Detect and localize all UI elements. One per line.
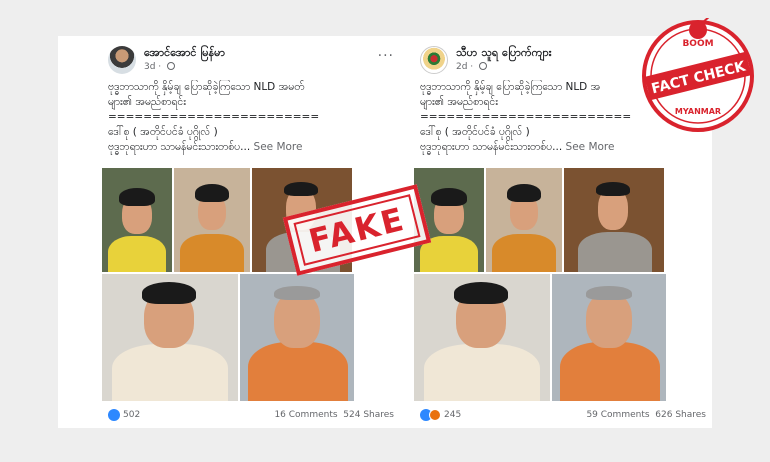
author-avatar[interactable] <box>108 46 136 74</box>
globe-icon <box>167 62 176 70</box>
post-line: ဗုဒ္ဓဘုရားဟာ သာမန်မင်းသားတစ်ပ... <box>420 141 563 153</box>
photo-3[interactable] <box>564 168 664 272</box>
post-line-last: ဗုဒ္ဓဘုရားဟာ သာမန်မင်းသားတစ်ပ... See Mor… <box>420 140 710 155</box>
author-avatar[interactable] <box>420 46 448 74</box>
like-icon <box>108 409 120 421</box>
badge-top-text: BOOM <box>682 39 713 49</box>
badge-bottom-text: MYANMAR <box>675 107 721 116</box>
shares-count[interactable]: 626 Shares <box>655 410 706 420</box>
post-line: ======================== <box>108 111 320 123</box>
post-header: အောင်အောင် မြန်မာ 3d · ··· <box>100 42 400 78</box>
comments-count[interactable]: 59 Comments <box>586 410 649 420</box>
photo-2[interactable] <box>174 168 250 272</box>
see-more-link[interactable]: See More <box>566 141 615 153</box>
post-stats: 59 Comments 626 Shares <box>586 410 706 420</box>
reaction-count: 245 <box>444 410 462 420</box>
comments-count[interactable]: 16 Comments <box>274 410 337 420</box>
post-line-last: ဗုဒ္ဓဘုရားဟာ သာမန်မင်းသားတစ်ပ... See Mor… <box>108 140 398 155</box>
post-time: 2d · <box>456 62 488 72</box>
author-name[interactable]: အောင်အောင် မြန်မာ <box>144 46 225 62</box>
globe-icon <box>479 62 488 70</box>
photo-4[interactable] <box>414 274 550 401</box>
shares-count[interactable]: 524 Shares <box>343 410 394 420</box>
reactions[interactable]: 502 <box>108 409 140 421</box>
post-time-text: 3d · <box>144 62 165 72</box>
post-line: ဗုဒ္ဓဘာသာကို နှိမ့်ချ ပြောဆိုခဲ့ကြသော NL… <box>108 81 305 93</box>
photo-5[interactable] <box>552 274 666 401</box>
post-footer: 502 16 Comments 524 Shares <box>108 408 398 424</box>
post-line: များ၏ အမည်စာရင်း <box>108 96 186 108</box>
photo-4[interactable] <box>102 274 238 401</box>
author-name[interactable]: သီဟ သူရ ပြောက်ကျား <box>456 46 551 62</box>
photo-5[interactable] <box>240 274 354 401</box>
post-text: ဗုဒ္ဓဘာသာကို နှိမ့်ချ ပြောဆိုခဲ့ကြသော NL… <box>108 80 398 155</box>
post-line: ဒေါ်စု ( အတိုင်ပင်ခံ ပုဂ္ဂိုလ် ) <box>108 126 218 138</box>
reaction-count: 502 <box>123 410 141 420</box>
reactions[interactable]: 245 <box>420 409 461 421</box>
photo-grid[interactable] <box>414 168 710 401</box>
photo-1[interactable] <box>102 168 172 272</box>
see-more-link[interactable]: See More <box>254 141 303 153</box>
photo-2[interactable] <box>486 168 562 272</box>
post-footer: 245 59 Comments 626 Shares <box>420 408 710 424</box>
post-stats: 16 Comments 524 Shares <box>274 410 394 420</box>
more-options-icon[interactable]: ··· <box>378 48 394 64</box>
boom-fact-check-badge: BOOM FACT CHECK MYANMAR <box>642 18 754 132</box>
post-time-text: 2d · <box>456 62 477 72</box>
angry-icon <box>429 409 441 421</box>
post-time: 3d · <box>144 62 176 72</box>
post-line: ဗုဒ္ဓဘုရားဟာ သာမန်မင်းသားတစ်ပ... <box>108 141 251 153</box>
